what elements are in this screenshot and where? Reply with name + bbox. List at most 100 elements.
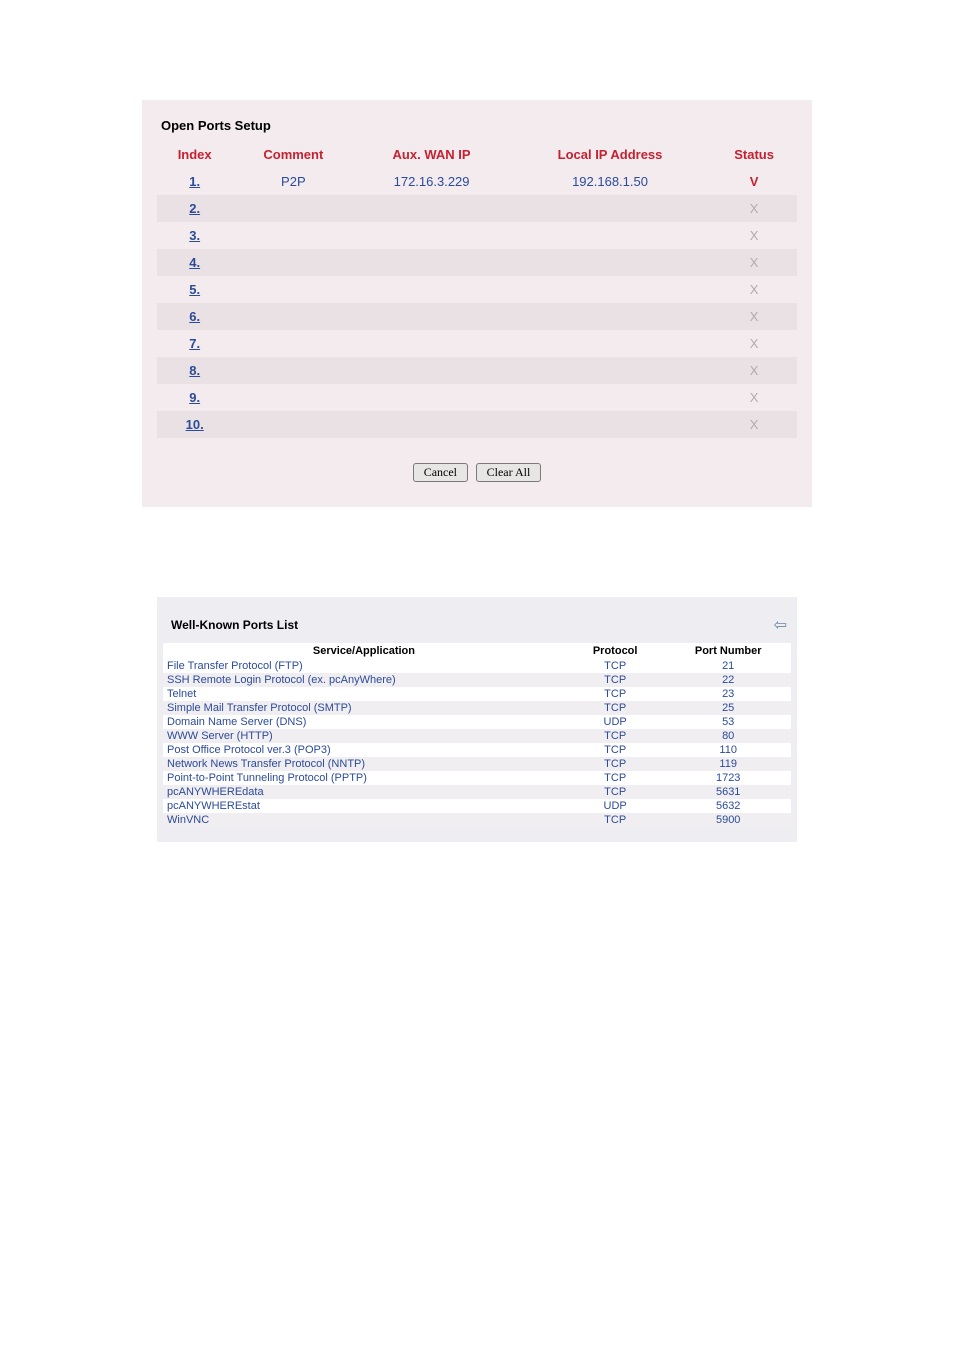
cancel-button[interactable]: Cancel [413, 463, 468, 482]
cell-port-number: 53 [665, 715, 791, 729]
cell-status: X [711, 303, 797, 330]
cell-comment: P2P [232, 168, 354, 195]
well-known-panel: Well-Known Ports List ⇦ Service/Applicat… [157, 597, 797, 842]
table-row: Domain Name Server (DNS)UDP53 [163, 715, 791, 729]
header-status: Status [711, 141, 797, 168]
cell-comment [232, 357, 354, 384]
index-link[interactable]: 9. [189, 390, 200, 405]
cell-comment [232, 384, 354, 411]
cell-protocol: TCP [565, 659, 665, 673]
cell-status: X [711, 411, 797, 438]
index-link[interactable]: 3. [189, 228, 200, 243]
index-link[interactable]: 10. [186, 417, 204, 432]
table-row: File Transfer Protocol (FTP)TCP21 [163, 659, 791, 673]
cell-local-ip [509, 384, 711, 411]
well-known-inner: Service/Application Protocol Port Number… [163, 643, 791, 827]
open-ports-table: Index Comment Aux. WAN IP Local IP Addre… [157, 141, 797, 438]
table-row: TelnetTCP23 [163, 687, 791, 701]
cell-comment [232, 330, 354, 357]
header-port: Port Number [665, 643, 791, 659]
back-arrow-icon[interactable]: ⇦ [774, 615, 787, 635]
index-link[interactable]: 6. [189, 309, 200, 324]
clear-all-button[interactable]: Clear All [476, 463, 542, 482]
cell-aux-wan-ip [354, 303, 508, 330]
header-comment: Comment [232, 141, 354, 168]
cell-protocol: UDP [565, 799, 665, 813]
cell-aux-wan-ip [354, 384, 508, 411]
table-row: SSH Remote Login Protocol (ex. pcAnyWher… [163, 673, 791, 687]
header-protocol: Protocol [565, 643, 665, 659]
open-ports-header-row: Index Comment Aux. WAN IP Local IP Addre… [157, 141, 797, 168]
table-row: 6. X [157, 303, 797, 330]
cell-comment [232, 276, 354, 303]
cell-protocol: TCP [565, 701, 665, 715]
index-link[interactable]: 7. [189, 336, 200, 351]
header-local-ip: Local IP Address [509, 141, 711, 168]
cell-status: X [711, 357, 797, 384]
table-row: Network News Transfer Protocol (NNTP)TCP… [163, 757, 791, 771]
cell-status: X [711, 384, 797, 411]
header-index: Index [157, 141, 232, 168]
cell-aux-wan-ip [354, 222, 508, 249]
cell-local-ip [509, 330, 711, 357]
button-row: Cancel Clear All [157, 463, 797, 482]
open-ports-panel: Open Ports Setup Index Comment Aux. WAN … [142, 100, 812, 507]
well-known-title-row: Well-Known Ports List ⇦ [157, 607, 797, 643]
table-row: Point-to-Point Tunneling Protocol (PPTP)… [163, 771, 791, 785]
cell-port-number: 25 [665, 701, 791, 715]
cell-port-number: 80 [665, 729, 791, 743]
table-row: WinVNCTCP5900 [163, 813, 791, 827]
cell-protocol: TCP [565, 673, 665, 687]
well-known-header-row: Service/Application Protocol Port Number [163, 643, 791, 659]
cell-aux-wan-ip [354, 195, 508, 222]
index-link[interactable]: 8. [189, 363, 200, 378]
cell-local-ip [509, 249, 711, 276]
cell-aux-wan-ip [354, 330, 508, 357]
cell-port-number: 22 [665, 673, 791, 687]
table-row: 8. X [157, 357, 797, 384]
index-link[interactable]: 4. [189, 255, 200, 270]
well-known-table: Service/Application Protocol Port Number… [163, 643, 791, 827]
cell-status: X [711, 195, 797, 222]
cell-port-number: 119 [665, 757, 791, 771]
cell-protocol: TCP [565, 771, 665, 785]
table-row: 1.P2P172.16.3.229192.168.1.50V [157, 168, 797, 195]
cell-aux-wan-ip [354, 249, 508, 276]
cell-port-number: 5900 [665, 813, 791, 827]
cell-local-ip [509, 195, 711, 222]
well-known-title: Well-Known Ports List [171, 618, 298, 632]
header-service: Service/Application [163, 643, 565, 659]
cell-protocol: TCP [565, 687, 665, 701]
cell-local-ip [509, 411, 711, 438]
table-row: pcANYWHEREstatUDP5632 [163, 799, 791, 813]
cell-comment [232, 249, 354, 276]
index-link[interactable]: 1. [189, 174, 200, 189]
cell-local-ip [509, 303, 711, 330]
cell-comment [232, 411, 354, 438]
table-row: WWW Server (HTTP)TCP80 [163, 729, 791, 743]
cell-aux-wan-ip [354, 357, 508, 384]
cell-service: File Transfer Protocol (FTP) [163, 659, 565, 673]
index-link[interactable]: 5. [189, 282, 200, 297]
cell-protocol: TCP [565, 743, 665, 757]
cell-local-ip [509, 357, 711, 384]
cell-port-number: 5632 [665, 799, 791, 813]
cell-service: WinVNC [163, 813, 565, 827]
cell-status: X [711, 330, 797, 357]
cell-port-number: 5631 [665, 785, 791, 799]
table-row: Simple Mail Transfer Protocol (SMTP)TCP2… [163, 701, 791, 715]
cell-status: X [711, 249, 797, 276]
table-row: 4. X [157, 249, 797, 276]
cell-aux-wan-ip [354, 276, 508, 303]
cell-local-ip [509, 222, 711, 249]
cell-status: X [711, 222, 797, 249]
cell-protocol: TCP [565, 757, 665, 771]
index-link[interactable]: 2. [189, 201, 200, 216]
cell-protocol: TCP [565, 813, 665, 827]
cell-service: Post Office Protocol ver.3 (POP3) [163, 743, 565, 757]
cell-status: X [711, 276, 797, 303]
cell-port-number: 110 [665, 743, 791, 757]
table-row: 3. X [157, 222, 797, 249]
cell-service: WWW Server (HTTP) [163, 729, 565, 743]
cell-comment [232, 222, 354, 249]
